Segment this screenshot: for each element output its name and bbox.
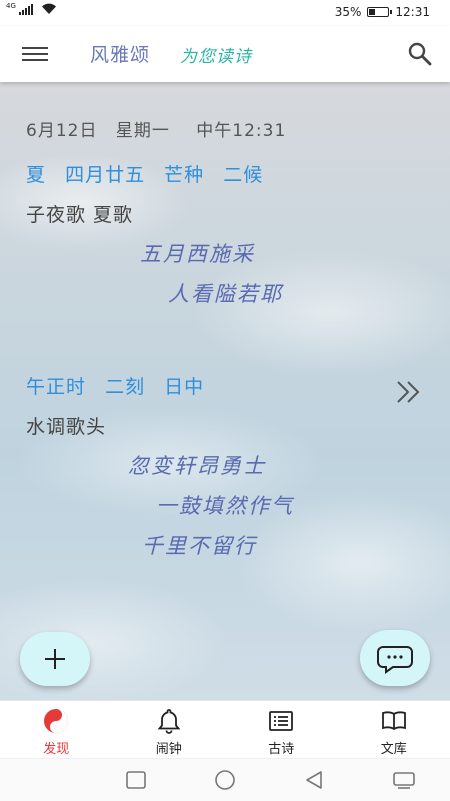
weekday-text: 星期一 (116, 121, 170, 141)
battery-icon (367, 7, 389, 17)
double-chevron-right-icon[interactable] (392, 374, 428, 410)
time-text: 中午12:31 (196, 121, 286, 141)
clock: 12:31 (395, 5, 430, 19)
poem-line[interactable]: 千里不留行 (142, 530, 257, 560)
add-button[interactable] (20, 632, 90, 686)
tab-label: 文库 (381, 738, 407, 757)
search-icon[interactable] (406, 40, 434, 68)
list-icon (267, 707, 295, 735)
plus-icon (20, 632, 90, 686)
tab-poems[interactable]: 古诗 (225, 701, 338, 759)
main-content: 6月12日 星期一 中午12:31 夏 四月廿五 芒种 二候 子夜歌 夏歌 五月… (0, 82, 450, 700)
solar-term: 芒种 (164, 164, 204, 186)
poem-line[interactable]: 五月西施采 (140, 238, 255, 268)
poem-title[interactable]: 子夜歌 夏歌 (26, 200, 133, 227)
wifi-icon (41, 3, 57, 15)
tab-label: 发现 (43, 738, 69, 757)
app-subtitle: 为您读诗 (180, 42, 252, 67)
tab-label: 古诗 (268, 738, 294, 757)
hour-quarter: 二刻 (105, 376, 145, 398)
poem-line[interactable]: 忽变轩昂勇士 (128, 450, 266, 480)
date-text: 6月12日 (26, 121, 97, 141)
chat-button[interactable] (360, 630, 430, 686)
solar-term-phase: 二候 (223, 164, 263, 186)
status-bar: 4G 35% 12:31 (0, 0, 450, 26)
tab-alarm[interactable]: 闹钟 (113, 701, 226, 759)
hour-name: 午正时 (26, 376, 86, 398)
hour-info: 午正时 二刻 日中 (26, 372, 216, 399)
tab-library[interactable]: 文库 (338, 701, 450, 759)
status-right: 35% 12:31 (335, 5, 430, 19)
poem-title[interactable]: 水调歌头 (26, 412, 106, 439)
signal-icon (19, 3, 33, 15)
book-icon (380, 707, 408, 735)
lunar-calendar: 夏 四月廿五 芒种 二候 (26, 160, 275, 187)
poem-line[interactable]: 一鼓填然作气 (156, 490, 294, 520)
date-time: 6月12日 星期一 中午12:31 (26, 116, 298, 141)
back-icon[interactable] (302, 769, 326, 791)
keyboard-hide-icon[interactable] (392, 769, 416, 791)
network-type: 4G (6, 3, 16, 10)
tab-discover[interactable]: 发现 (0, 701, 113, 759)
recent-apps-icon[interactable] (124, 769, 148, 791)
system-nav-bar (0, 758, 450, 801)
app-bar: 风雅颂 为您读诗 (0, 26, 450, 82)
hour-period: 日中 (164, 376, 204, 398)
yin-yang-icon (42, 707, 70, 735)
bottom-tab-bar: 发现 闹钟 古诗 文库 (0, 700, 450, 759)
menu-icon[interactable] (22, 43, 48, 65)
lunar-season: 夏 (26, 164, 46, 186)
bell-icon (155, 707, 183, 735)
signal-area: 4G (6, 3, 57, 15)
lunar-date: 四月廿五 (65, 164, 145, 186)
tab-label: 闹钟 (156, 738, 182, 757)
battery-percent: 35% (335, 5, 362, 19)
app-title: 风雅颂 (90, 40, 150, 67)
poem-line[interactable]: 人看隘若耶 (168, 278, 283, 308)
home-icon[interactable] (213, 769, 237, 791)
chat-bubble-icon (360, 630, 430, 686)
